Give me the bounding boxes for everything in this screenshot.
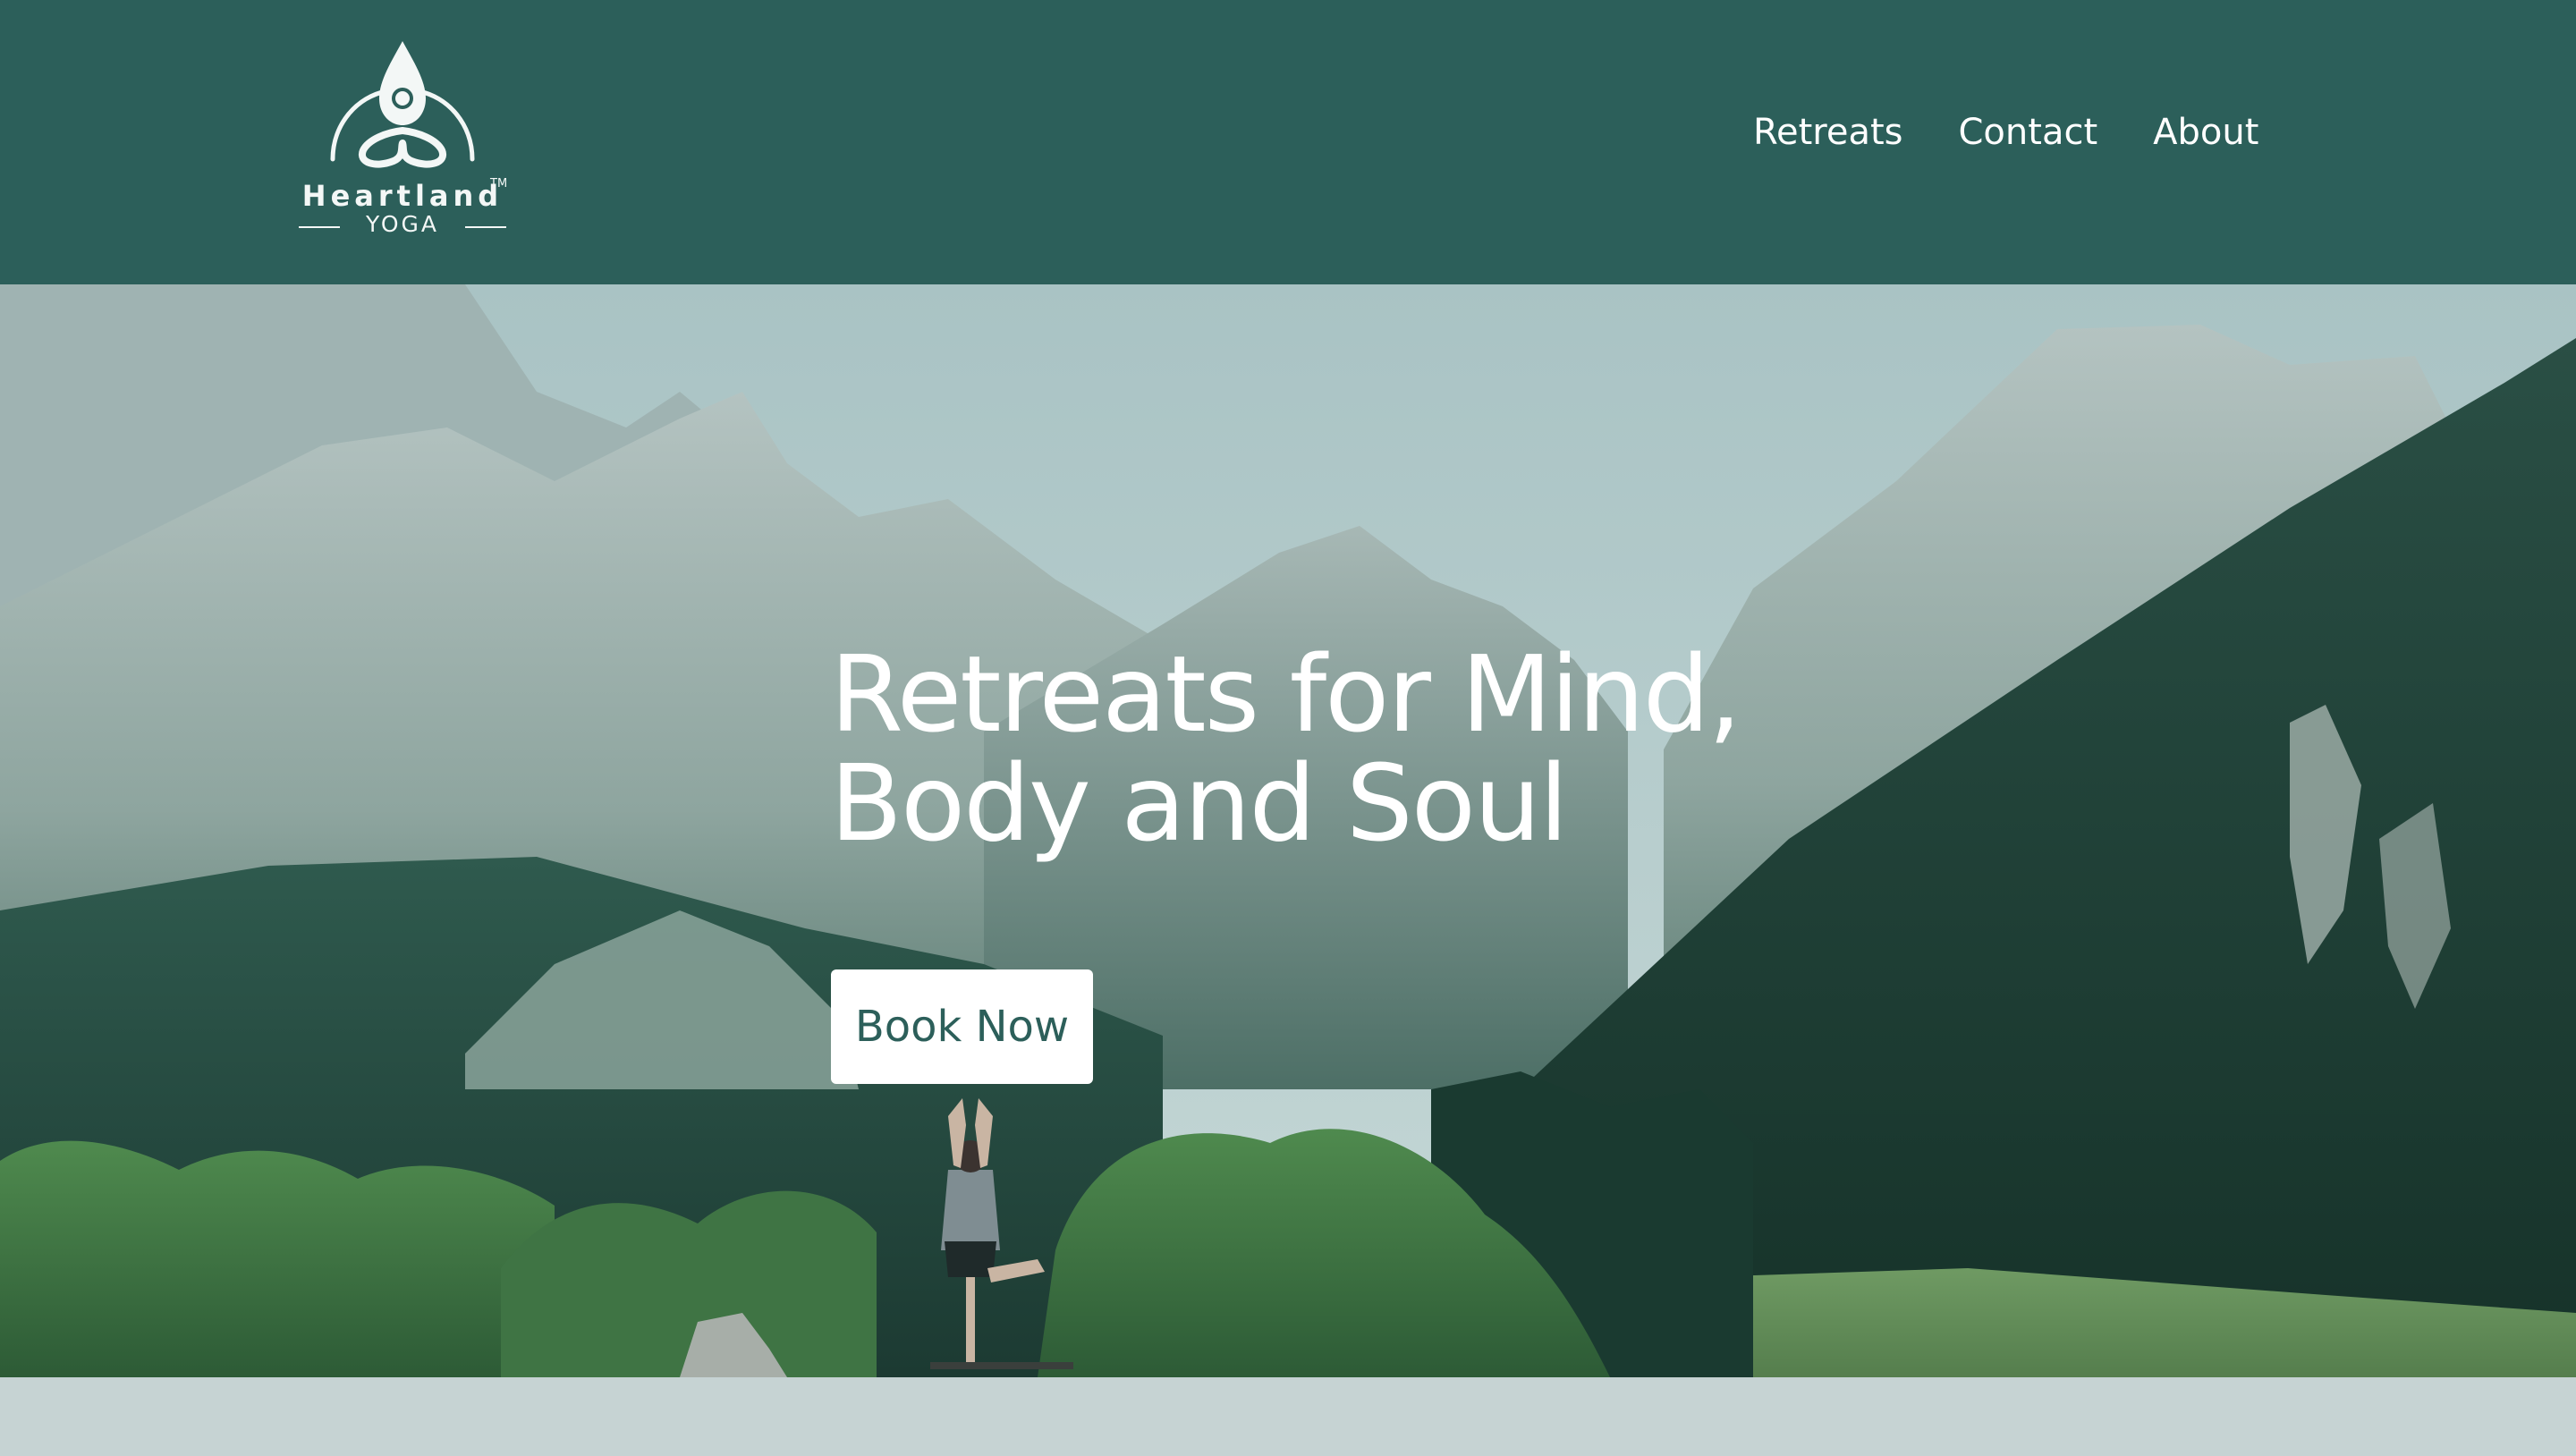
logo-divider-right [465, 226, 506, 228]
meditating-figure-drop-icon [330, 41, 475, 168]
hero-title-line-2: Body and Soul [830, 741, 1569, 866]
nav-item-retreats[interactable]: Retreats [1753, 106, 1903, 159]
trademark-mark: TM [490, 177, 508, 190]
nav-item-contact[interactable]: Contact [1959, 106, 2098, 159]
book-now-button[interactable]: Book Now [831, 969, 1093, 1084]
brand-logo[interactable]: Heartland TM YOGA [286, 34, 519, 249]
hero-section: Retreats for Mind, Body and Soul Book No… [0, 284, 2576, 1377]
brand-subtitle: YOGA [365, 211, 440, 237]
nav-item-about[interactable]: About [2153, 106, 2258, 159]
brand-name: Heartland [301, 179, 504, 213]
main-nav: Retreats Contact About [1753, 106, 2258, 159]
page-footer-strip [0, 1377, 2576, 1456]
site-header: Heartland TM YOGA Retreats Contact About [0, 0, 2576, 284]
hero-title: Retreats for Mind, Body and Soul [830, 639, 1868, 858]
hero-title-line-1: Retreats for Mind, [830, 632, 1741, 757]
